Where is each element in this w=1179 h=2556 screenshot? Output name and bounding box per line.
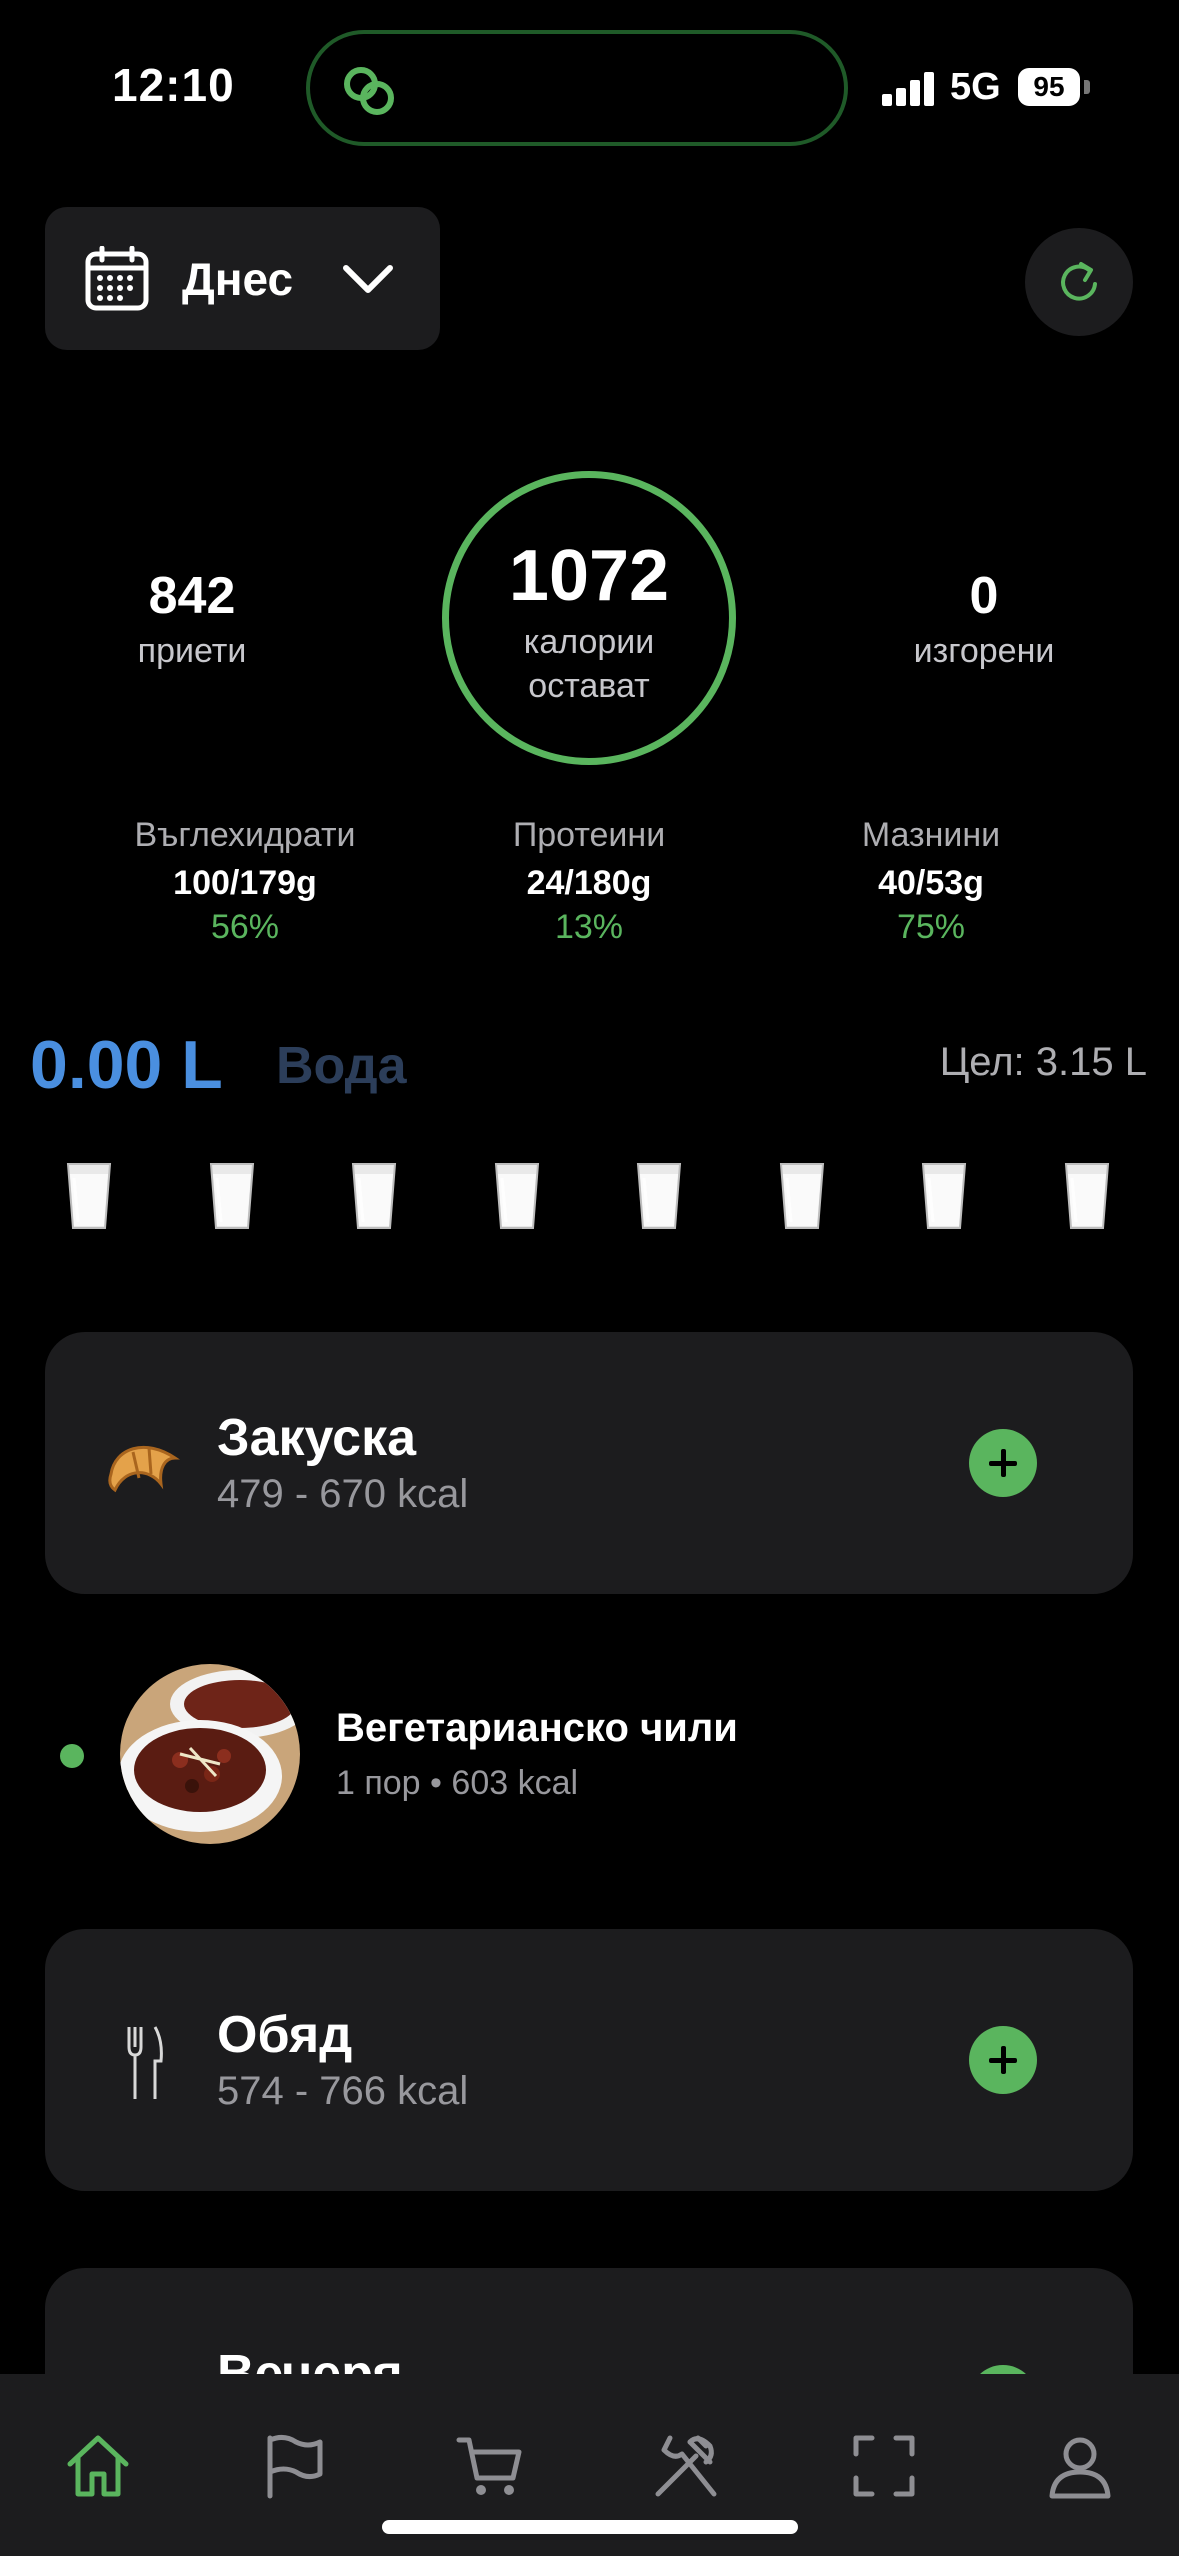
water-goal: Цел: 3.15 L [939, 1040, 1147, 1084]
meal-card-breakfast[interactable]: Закуска 479 - 670 kcal [45, 1332, 1133, 1594]
flag-icon[interactable] [258, 2430, 330, 2502]
refresh-button[interactable] [1025, 228, 1133, 336]
macro-protein-percent: 13% [554, 908, 624, 946]
food-thumbnail[interactable] [120, 1664, 300, 1844]
eaten-calories-value: 842 [148, 567, 236, 625]
macro-carbs-value: 100/179g [173, 864, 317, 902]
water-glass-icon[interactable] [634, 1160, 684, 1232]
water-glass-icon[interactable] [919, 1160, 969, 1232]
burned-calories-value: 0 [969, 567, 999, 625]
battery-icon: 95 [1018, 68, 1080, 106]
logged-food-portion: 1 пор [336, 1764, 421, 1802]
remaining-label-line-1: калории [523, 623, 655, 661]
meal-card-lunch[interactable]: Обяд 574 - 766 kcal [45, 1929, 1133, 2191]
remaining-calories-value: 1072 [508, 536, 670, 616]
status-time: 12:10 [112, 59, 235, 111]
logged-food-details: 1 пор • 603 kcal [336, 1764, 578, 1803]
battery-tip [1084, 80, 1090, 94]
meal-range-lunch: 574 - 766 kcal [217, 2069, 469, 2113]
water-glass-icon[interactable] [64, 1160, 114, 1232]
profile-icon[interactable] [1044, 2430, 1116, 2502]
home-indicator [382, 2520, 798, 2534]
home-icon[interactable] [62, 2430, 134, 2502]
logged-food-calories: 603 kcal [451, 1764, 579, 1802]
macro-fat-percent: 75% [896, 908, 966, 946]
water-glass-icon[interactable] [777, 1160, 827, 1232]
croissant-icon [108, 1446, 180, 1493]
add-breakfast-button[interactable] [969, 1429, 1037, 1497]
meal-title-breakfast: Закуска [217, 1409, 417, 1467]
logged-food-title[interactable]: Вегетарианско чили [336, 1706, 738, 1751]
calendar-icon [85, 246, 149, 311]
meal-range-breakfast: 479 - 670 kcal [217, 1472, 469, 1516]
remaining-calories-label: калории остават [442, 620, 736, 708]
utensils-icon[interactable] [650, 2430, 722, 2502]
remaining-label-line-2: остават [528, 667, 650, 705]
macro-fat-name: Мазнини [861, 816, 1001, 854]
logged-food-indicator [60, 1744, 84, 1768]
macro-fat-value: 40/53g [878, 864, 984, 902]
macro-carbs-name: Въглехидрати [134, 816, 356, 854]
water-glass-icon[interactable] [349, 1160, 399, 1232]
macro-protein-name: Протеини [512, 816, 666, 854]
meal-title-lunch: Обяд [217, 2006, 353, 2064]
refresh-icon [1061, 262, 1097, 301]
water-glass-icon[interactable] [1062, 1160, 1112, 1232]
cart-icon[interactable] [455, 2430, 527, 2502]
signal-icon [882, 72, 936, 106]
eaten-calories-label: приети [137, 632, 247, 670]
chili-bowl-image [120, 1664, 300, 1844]
dynamic-island [306, 30, 848, 146]
water-amount: 0.00 L [30, 1027, 223, 1103]
add-lunch-button[interactable] [969, 2026, 1037, 2094]
calories-remaining-ring [442, 471, 736, 765]
water-glass-icon[interactable] [207, 1160, 257, 1232]
app-activity-icon [344, 67, 394, 115]
date-label: Днес [182, 253, 294, 305]
water-glass-icon[interactable] [492, 1160, 542, 1232]
network-label: 5G [950, 66, 1001, 108]
macro-carbs-percent: 56% [210, 908, 280, 946]
water-label: Вода [276, 1037, 407, 1095]
separator-dot: • [430, 1764, 452, 1802]
burned-calories-label: изгорени [913, 632, 1055, 670]
fork-knife-icon [127, 2026, 163, 2099]
macro-protein-value: 24/180g [526, 864, 652, 902]
scan-icon[interactable] [848, 2430, 920, 2502]
chevron-down-icon [343, 265, 393, 293]
